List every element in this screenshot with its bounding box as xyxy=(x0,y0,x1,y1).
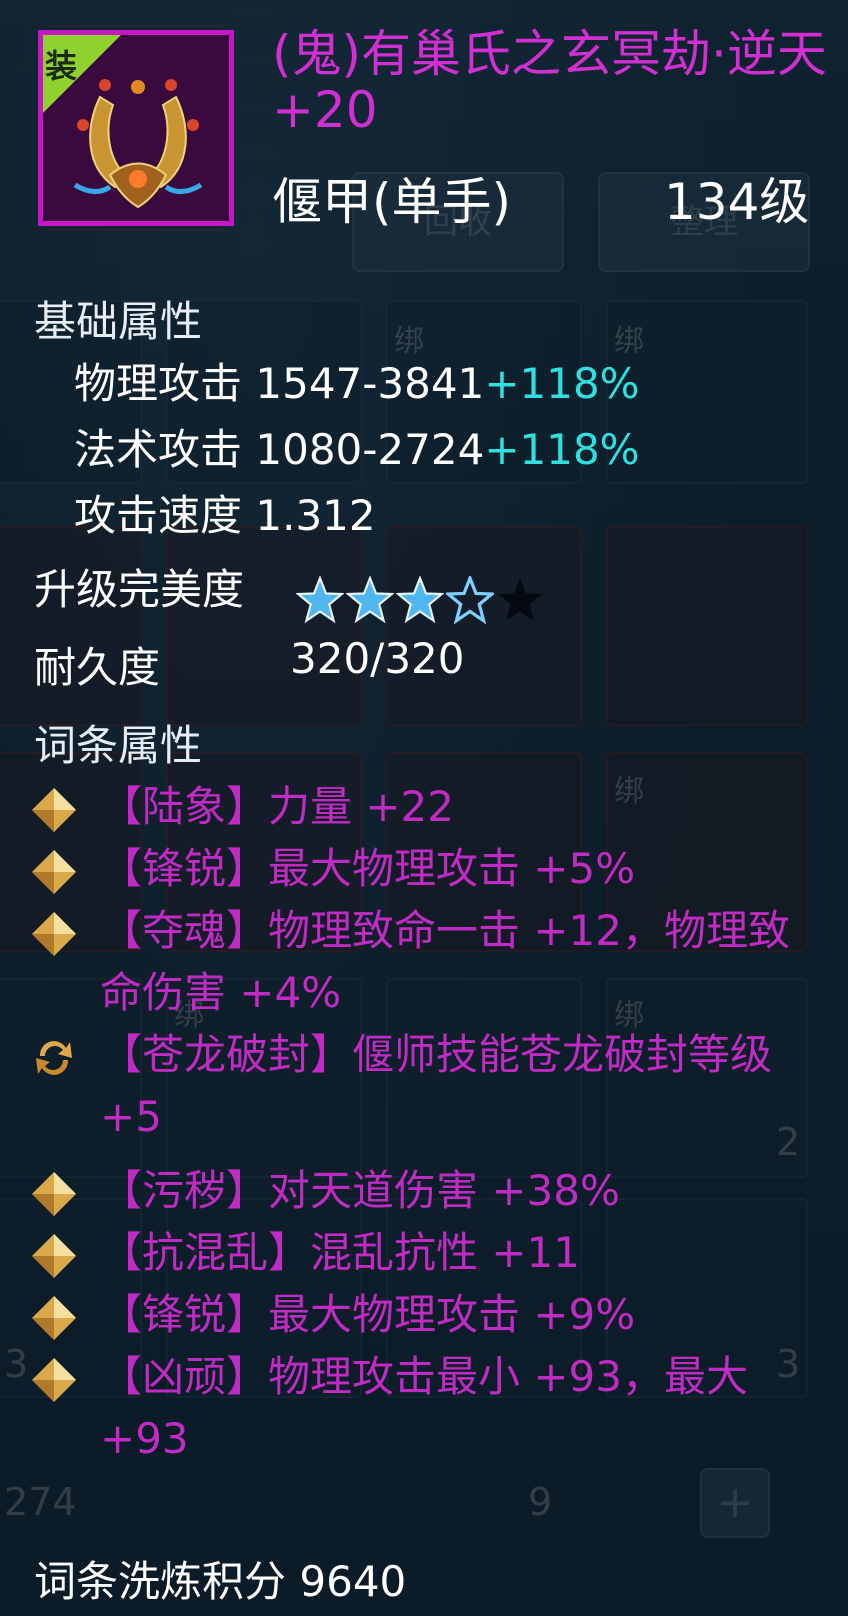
diamond-icon xyxy=(32,1172,76,1216)
star-empty-icon xyxy=(498,578,542,621)
diamond-icon xyxy=(32,912,76,956)
item-type: 偃甲(单手) xyxy=(272,173,512,231)
durability-label: 耐久度 xyxy=(34,643,161,692)
affix-row: 【苍龙破封】偃师技能苍龙破封等级 +5 xyxy=(30,1024,830,1148)
item-name: (鬼)有巢氏之玄冥劫·逆天 +20 xyxy=(272,25,827,139)
affix-text: 【锋锐】最大物理攻击 +5% xyxy=(100,844,636,893)
magic-attack-label: 法术攻击 xyxy=(74,425,243,474)
affix-row: 【陆象】力量 +22 xyxy=(30,776,830,838)
affix-row: 【抗混乱】混乱抗性 +11 xyxy=(30,1222,830,1284)
puppet-armor-icon xyxy=(73,79,203,209)
magic-attack-value: 1080-2724 xyxy=(255,425,485,474)
diamond-icon xyxy=(32,1358,76,1402)
affix-text: 【陆象】力量 +22 xyxy=(100,782,454,831)
affix-text: 【凶顽】物理攻击最小 +93，最大 +93 xyxy=(100,1352,748,1463)
affix-row: 【污秽】对天道伤害 +38% xyxy=(30,1160,830,1222)
affix-text: 【污秽】对天道伤害 +38% xyxy=(100,1166,620,1215)
attack-speed-row: 攻击速度 1.312 xyxy=(74,482,376,543)
refine-score-value: 9640 xyxy=(299,1557,407,1606)
item-level: 134级 xyxy=(664,173,810,231)
affix-attributes-title: 词条属性 xyxy=(34,721,203,770)
basic-attributes-title: 基础属性 xyxy=(34,297,203,346)
physical-attack-value: 1547-3841 xyxy=(255,359,485,408)
star-filled-icon xyxy=(346,576,394,624)
attack-speed-label: 攻击速度 xyxy=(74,491,243,540)
physical-attack-label: 物理攻击 xyxy=(74,359,243,408)
refine-score-row: 词条洗炼积分 9640 xyxy=(34,1548,406,1609)
affix-text: 【锋锐】最大物理攻击 +9% xyxy=(100,1290,636,1339)
item-icon-frame: 装 xyxy=(38,30,234,226)
star-filled-icon xyxy=(396,576,444,624)
affix-row: 【锋锐】最大物理攻击 +9% xyxy=(30,1284,830,1346)
star-outline-icon xyxy=(446,576,494,624)
durability-row: 耐久度 xyxy=(34,634,160,695)
attack-speed-value: 1.312 xyxy=(255,491,376,540)
star-filled-icon xyxy=(296,576,344,624)
diamond-icon xyxy=(32,1296,76,1340)
magic-attack-row: 法术攻击 1080-2724+118% xyxy=(74,416,640,477)
affix-row: 【锋锐】最大物理攻击 +5% xyxy=(30,838,830,900)
physical-attack-bonus: +118% xyxy=(484,359,640,408)
refine-score-label: 词条洗炼积分 xyxy=(34,1557,287,1606)
diamond-icon xyxy=(32,1234,76,1278)
diamond-icon xyxy=(32,850,76,894)
physical-attack-row: 物理攻击 1547-3841+118% xyxy=(74,350,640,411)
affix-text: 【夺魂】物理致命一击 +12，物理致命伤害 +4% xyxy=(100,906,790,1017)
perfection-label: 升级完美度 xyxy=(34,565,245,614)
affix-text: 【苍龙破封】偃师技能苍龙破封等级 +5 xyxy=(100,1030,773,1141)
affix-row: 【夺魂】物理致命一击 +12，物理致命伤害 +4% xyxy=(30,900,830,1024)
affix-text: 【抗混乱】混乱抗性 +11 xyxy=(100,1228,580,1277)
affix-row: 【凶顽】物理攻击最小 +93，最大 +93 xyxy=(30,1346,830,1470)
diamond-icon xyxy=(32,788,76,832)
durability-value: 320/320 xyxy=(290,634,465,683)
magic-attack-bonus: +118% xyxy=(484,425,640,474)
refresh-icon xyxy=(36,1041,72,1075)
